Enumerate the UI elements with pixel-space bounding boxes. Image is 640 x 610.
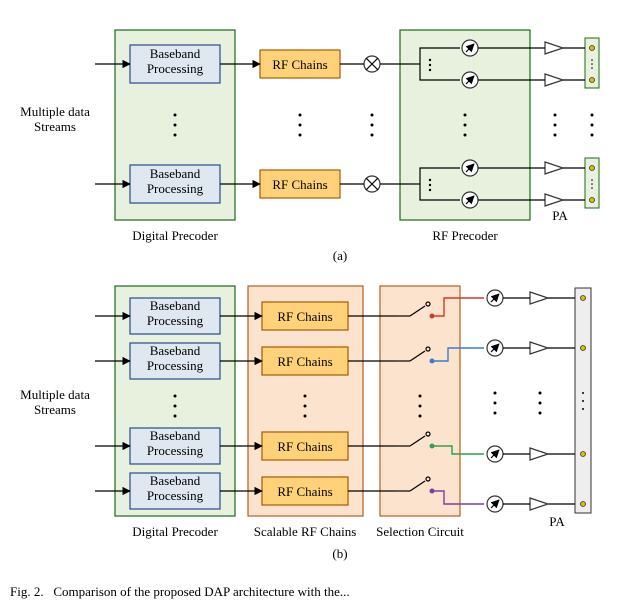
baseband-processing-label: BasebandProcessing <box>130 299 220 329</box>
digital-precoder-label: Digital Precoder <box>132 228 218 243</box>
caption-prefix: Fig. 2. <box>10 584 44 599</box>
diagram-b: Multiple dataStreams BasebandProcessing … <box>0 268 640 578</box>
selection-circuit-block <box>380 286 460 516</box>
rf-chain-label: RF Chains <box>277 309 332 324</box>
mixer-icon <box>364 56 380 72</box>
rf-chain-label: RF Chains <box>272 57 327 72</box>
power-amplifier-icon <box>530 342 548 354</box>
input-streams-label: Multiple dataStreams <box>10 105 100 135</box>
phase-shifter-icon <box>462 40 478 56</box>
rf-chain-label: RF Chains <box>277 439 332 454</box>
selection-circuit-label: Selection Circuit <box>376 524 464 539</box>
phase-shifter-icon <box>462 160 478 176</box>
baseband-processing-label: BasebandProcessing <box>130 47 220 77</box>
antenna-array-icon <box>575 288 591 513</box>
baseband-processing-label: BasebandProcessing <box>130 344 220 374</box>
pa-label: PA <box>552 208 568 223</box>
baseband-processing-label: BasebandProcessing <box>130 474 220 504</box>
scalable-rf-chains-label: Scalable RF Chains <box>254 524 357 539</box>
subfigure-b-label: (b) <box>332 546 347 561</box>
figure-caption: Fig. 2. Comparison of the proposed DAP a… <box>0 578 640 602</box>
baseband-processing-label: BasebandProcessing <box>130 429 220 459</box>
phase-shifter-icon <box>487 446 503 462</box>
pa-label: PA <box>549 514 565 529</box>
phase-shifter-icon <box>462 72 478 88</box>
power-amplifier-icon <box>545 74 563 86</box>
phase-shifter-icon <box>487 496 503 512</box>
digital-precoder-label: Digital Precoder <box>132 524 218 539</box>
rf-chain-label: RF Chains <box>277 354 332 369</box>
power-amplifier-icon <box>545 194 563 206</box>
phase-shifter-icon <box>462 192 478 208</box>
phase-shifter-icon <box>487 340 503 356</box>
mixer-icon <box>364 176 380 192</box>
diagram-a: Multiple dataStreams BasebandProcessing … <box>0 10 640 268</box>
rf-chain-label: RF Chains <box>277 484 332 499</box>
input-streams-label: Multiple dataStreams <box>10 388 100 418</box>
phase-shifter-icon <box>487 290 503 306</box>
subfigure-a-label: (a) <box>333 248 347 263</box>
power-amplifier-icon <box>530 498 548 510</box>
antenna-array-icon <box>585 38 599 88</box>
caption-body: Comparison of the proposed DAP architect… <box>53 584 349 599</box>
baseband-processing-label: BasebandProcessing <box>130 167 220 197</box>
antenna-array-icon <box>585 158 599 208</box>
power-amplifier-icon <box>530 448 548 460</box>
power-amplifier-icon <box>530 292 548 304</box>
power-amplifier-icon <box>545 42 563 54</box>
rf-chain-label: RF Chains <box>272 177 327 192</box>
rf-precoder-label: RF Precoder <box>432 228 498 243</box>
power-amplifier-icon <box>545 162 563 174</box>
